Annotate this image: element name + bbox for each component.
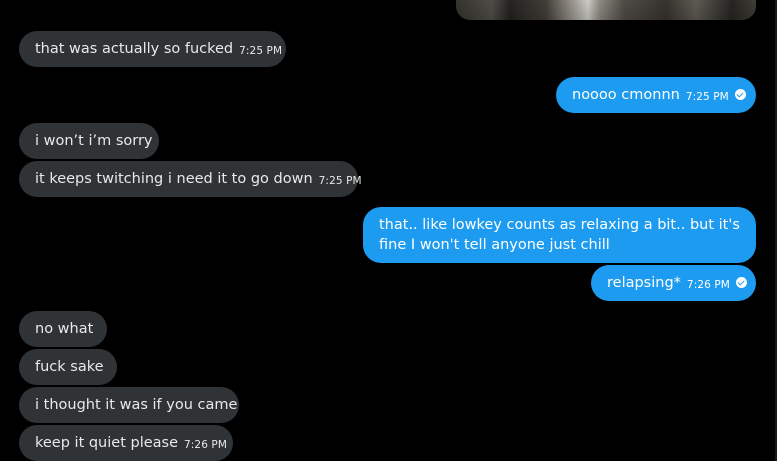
message-text: relapsing* xyxy=(607,275,681,291)
message-bubble-incoming[interactable]: that was actually so fucked 7:25 PM xyxy=(19,31,286,67)
message-text: no what xyxy=(35,321,94,337)
message-bubble-incoming[interactable]: no what xyxy=(19,311,107,347)
message-timestamp: 7:26 PM xyxy=(686,279,730,291)
message-bubble-outgoing[interactable]: that.. like lowkey counts as relaxing a … xyxy=(363,207,756,263)
message-bubble-incoming[interactable]: fuck sake xyxy=(19,349,117,385)
message-text: keep it quiet please xyxy=(35,435,179,451)
message-text: it keeps twitching i need it to go down xyxy=(35,171,313,187)
message-bubble-outgoing[interactable]: noooo cmonnn 7:25 PM xyxy=(556,77,756,113)
message-text: that was actually so fucked xyxy=(35,41,234,57)
message-text: noooo cmonnn xyxy=(572,87,680,103)
image-message[interactable] xyxy=(456,0,756,20)
message-bubble-incoming[interactable]: it keeps twitching i need it to go down 7… xyxy=(19,161,362,197)
message-thread: that was actually so fucked 7:25 PM noooo… xyxy=(0,0,777,461)
message-bubble-outgoing[interactable]: relapsing* 7:26 PM xyxy=(591,265,756,301)
message-bubble-incoming[interactable]: i won’t i’m sorry xyxy=(19,123,159,159)
message-timestamp: 7:25 PM xyxy=(685,91,729,103)
message-bubble-incoming[interactable]: i thought it was if you came xyxy=(19,387,239,423)
message-bubble-incoming[interactable]: keep it quiet please 7:26 PM xyxy=(19,425,233,461)
seen-check-icon xyxy=(735,277,747,288)
message-text: fuck sake xyxy=(35,359,104,375)
message-text: that.. like lowkey counts as relaxing a … xyxy=(379,217,740,253)
message-timestamp: 7:25 PM xyxy=(318,175,362,187)
image-shade xyxy=(456,0,756,20)
message-text: i thought it was if you came xyxy=(35,397,238,413)
message-text: i won’t i’m sorry xyxy=(35,133,153,149)
seen-check-icon xyxy=(734,89,746,100)
message-timestamp: 7:26 PM xyxy=(184,439,228,451)
message-timestamp: 7:25 PM xyxy=(239,45,283,57)
